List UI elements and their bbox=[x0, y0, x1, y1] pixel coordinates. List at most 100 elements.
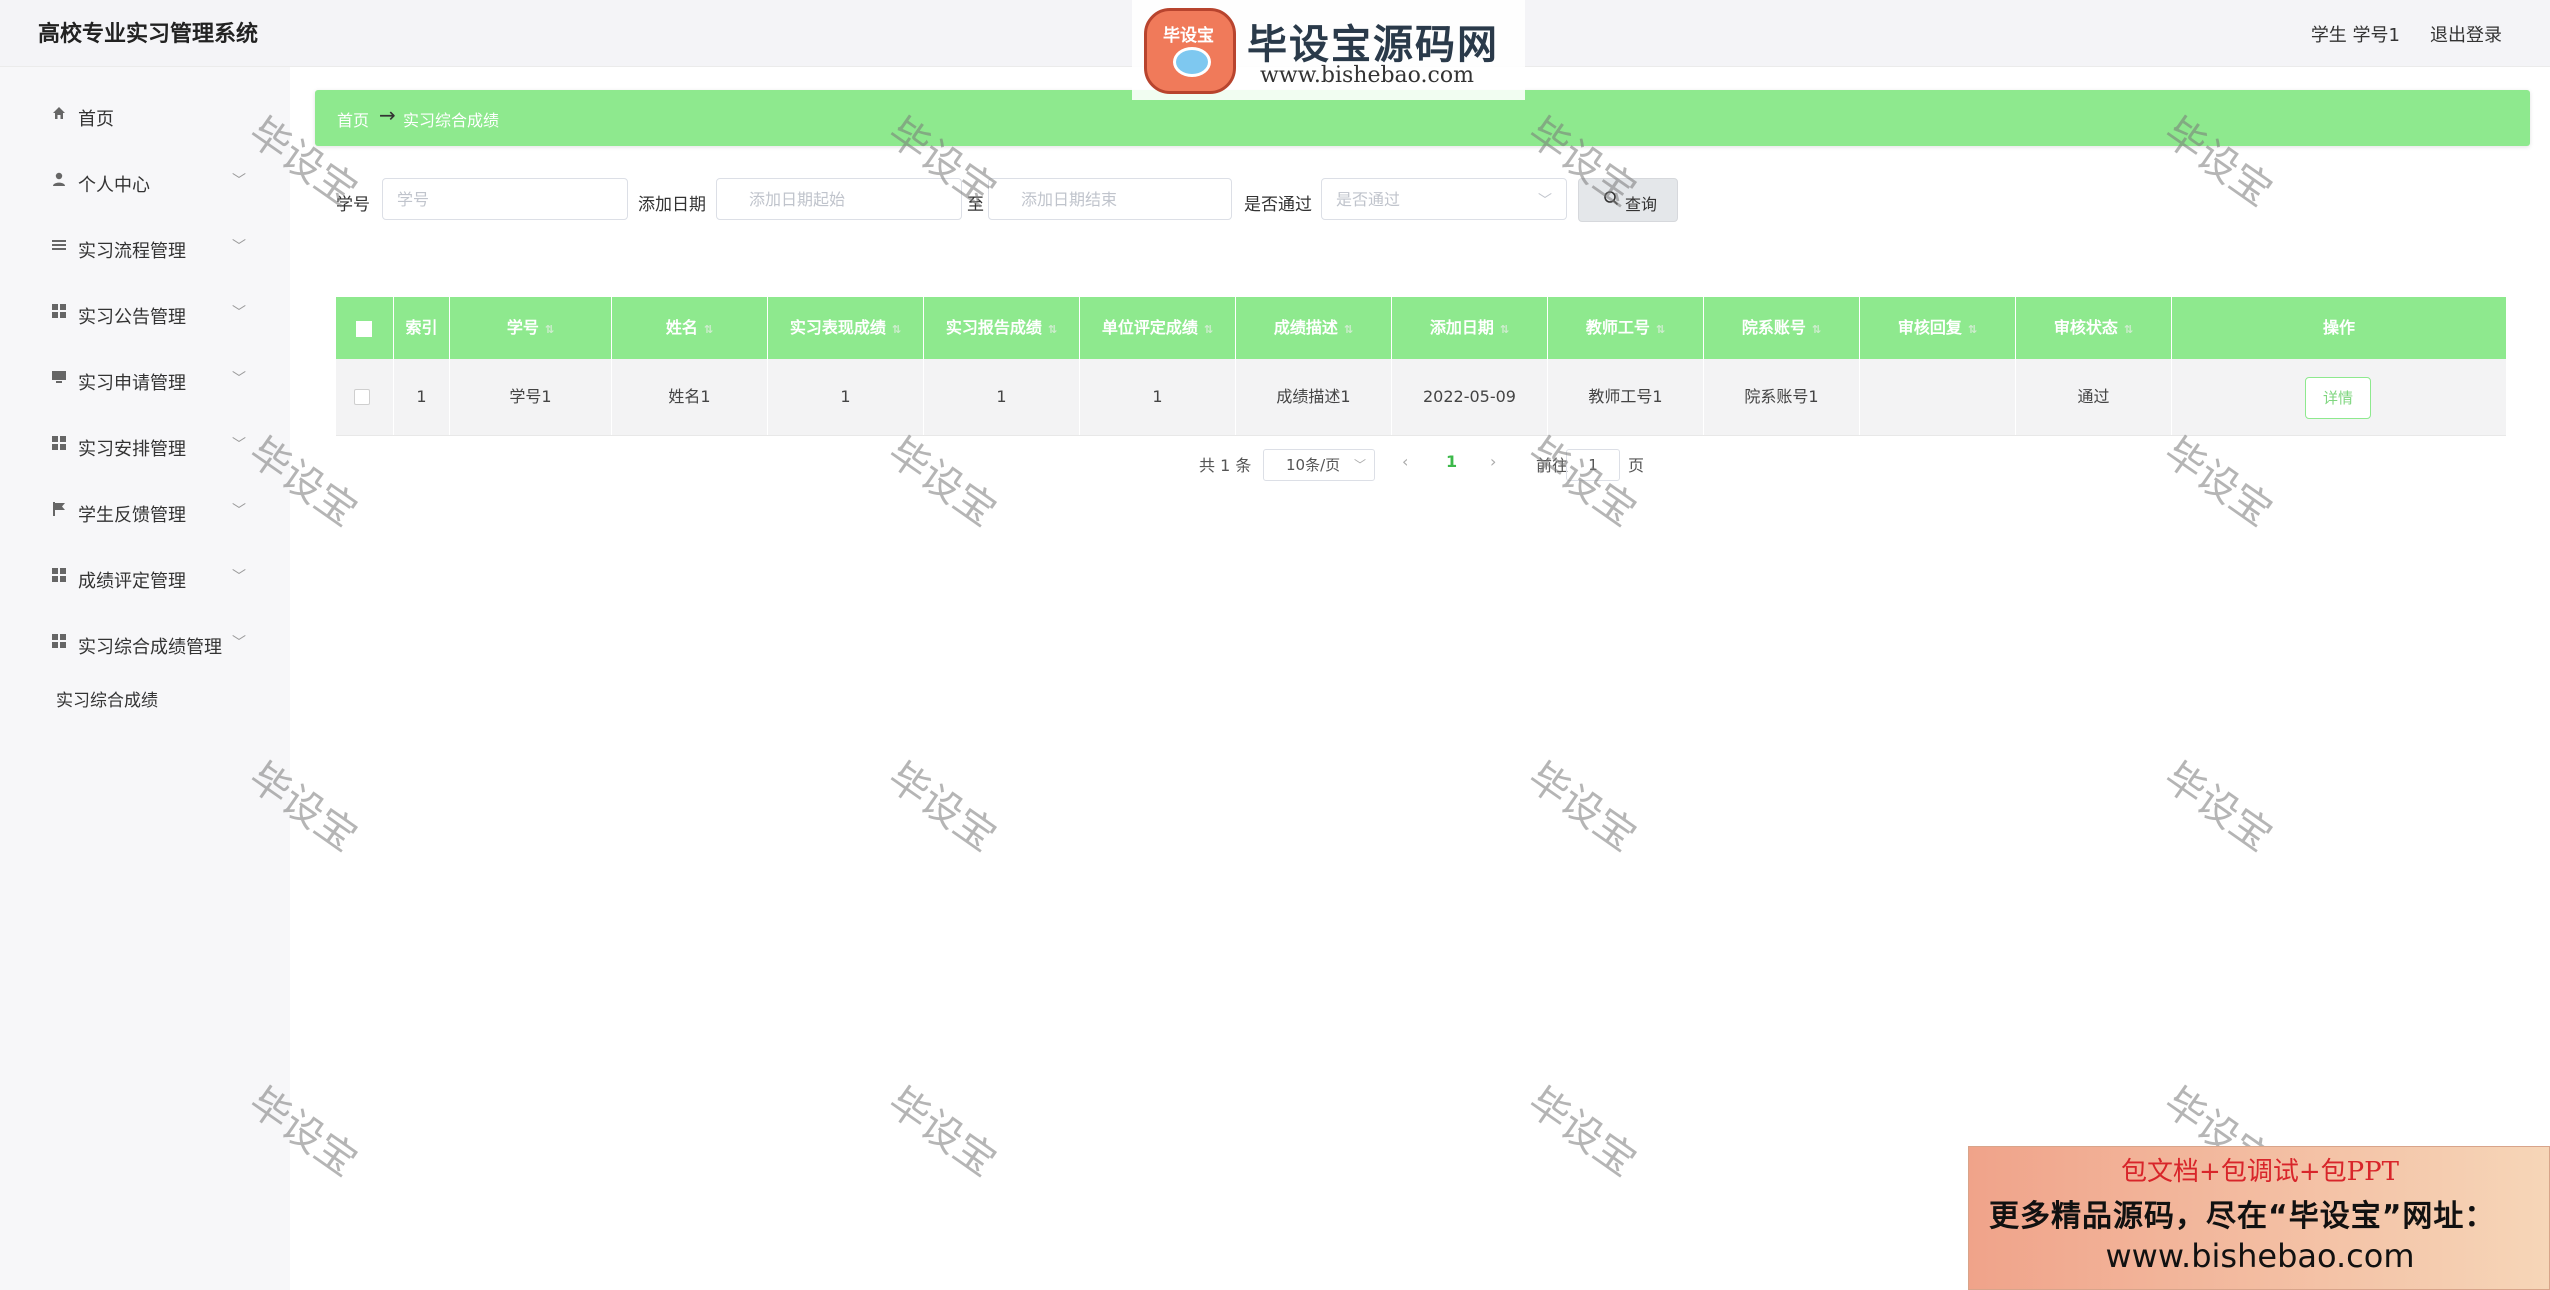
logo-title: 毕设宝源码网 bbox=[1247, 22, 1499, 68]
column-header[interactable]: 审核回复 ⇅ bbox=[1860, 297, 2016, 359]
grid-icon bbox=[50, 633, 68, 651]
sidebar-item-announcement-management[interactable]: 实习公告管理 ﹀ bbox=[0, 289, 290, 339]
date-to-label: 至 bbox=[967, 195, 984, 215]
watermark-text: 毕设宝 bbox=[879, 1079, 1005, 1186]
passed-select[interactable] bbox=[1321, 178, 1567, 220]
watermark-text: 毕设宝 bbox=[2155, 754, 2281, 861]
sidebar-item-label: 个人中心 bbox=[78, 175, 150, 196]
column-header: 操作 bbox=[2322, 318, 2355, 337]
chevron-down-icon: ﹀ bbox=[1538, 193, 1552, 209]
sidebar-item-label: 实习综合成绩管理 bbox=[78, 637, 222, 658]
cell-performance-score: 1 bbox=[768, 359, 924, 435]
breadcrumb-current: 实习综合成绩 bbox=[403, 111, 500, 130]
column-header[interactable]: 添加日期 ⇅ bbox=[1392, 297, 1548, 359]
advertisement-banner: 包文档+包调试+包PPT 更多精品源码，尽在“毕设宝”网址： www.bishe… bbox=[1968, 1146, 2550, 1290]
cell-student-id: 学号1 bbox=[450, 359, 612, 435]
list-icon bbox=[50, 237, 68, 255]
breadcrumb-separator: → bbox=[379, 103, 396, 127]
watermark-text: 毕设宝 bbox=[879, 429, 1005, 536]
passed-label: 是否通过 bbox=[1244, 195, 1312, 215]
logo-emblem-icon: 毕设宝 bbox=[1144, 8, 1236, 94]
sidebar-item-label: 实习流程管理 bbox=[78, 241, 186, 262]
sort-icon: ⇅ bbox=[1655, 323, 1666, 336]
goto-suffix-label: 页 bbox=[1628, 456, 1645, 475]
sort-icon: ⇅ bbox=[1203, 323, 1214, 336]
column-header[interactable]: 成绩描述 ⇅ bbox=[1236, 297, 1392, 359]
column-header[interactable]: 单位评定成绩 ⇅ bbox=[1080, 297, 1236, 359]
next-page-icon[interactable]: › bbox=[1490, 452, 1496, 471]
cell-unit-score: 1 bbox=[1080, 359, 1236, 435]
column-header[interactable]: 院系账号 ⇅ bbox=[1704, 297, 1860, 359]
sort-icon: ⇅ bbox=[1967, 323, 1978, 336]
user-icon bbox=[50, 171, 68, 189]
select-all-checkbox[interactable] bbox=[356, 321, 372, 337]
chevron-down-icon: ﹀ bbox=[1353, 458, 1366, 472]
sidebar-item-label: 学生反馈管理 bbox=[78, 505, 186, 526]
sidebar-item-label: 首页 bbox=[78, 109, 114, 130]
search-icon bbox=[1603, 190, 1619, 210]
ad-line-1: 包文档+包调试+包PPT bbox=[2121, 1157, 2399, 1187]
column-header[interactable]: 学号 ⇅ bbox=[450, 297, 612, 359]
sidebar-item-grading-management[interactable]: 成绩评定管理 ﹀ bbox=[0, 553, 290, 603]
row-select-cell bbox=[336, 359, 394, 435]
column-header[interactable]: 教师工号 ⇅ bbox=[1548, 297, 1704, 359]
cell-department-account: 院系账号1 bbox=[1704, 359, 1860, 435]
column-header[interactable]: 实习表现成绩 ⇅ bbox=[768, 297, 924, 359]
ad-line-2: 更多精品源码，尽在“毕设宝”网址： bbox=[1989, 1199, 2496, 1234]
sidebar-item-label: 成绩评定管理 bbox=[78, 571, 186, 592]
student-id-input[interactable] bbox=[382, 178, 628, 220]
chevron-down-icon: ﹀ bbox=[232, 503, 246, 519]
sort-icon: ⇅ bbox=[891, 323, 902, 336]
grid-icon bbox=[50, 303, 68, 321]
page-size-value: 10条/页 bbox=[1286, 456, 1341, 474]
column-header[interactable]: 实习报告成绩 ⇅ bbox=[924, 297, 1080, 359]
cell-teacher-id: 教师工号1 bbox=[1548, 359, 1704, 435]
home-icon bbox=[50, 105, 68, 123]
chevron-down-icon: ﹀ bbox=[232, 569, 246, 585]
watermark-text: 毕设宝 bbox=[879, 754, 1005, 861]
monitor-icon bbox=[50, 369, 68, 387]
goto-prefix-label: 前往 bbox=[1536, 456, 1569, 475]
search-button[interactable]: 查询 bbox=[1578, 178, 1678, 222]
chevron-down-icon: ﹀ bbox=[232, 437, 246, 453]
detail-button[interactable]: 详情 bbox=[2305, 377, 2371, 419]
system-title: 高校专业实习管理系统 bbox=[38, 22, 259, 47]
page-number-button[interactable]: 1 bbox=[1446, 452, 1457, 471]
prev-page-icon[interactable]: ‹ bbox=[1402, 452, 1408, 471]
sidebar-item-arrangement-management[interactable]: 实习安排管理 ﹀ bbox=[0, 421, 290, 471]
sidebar-item-comprehensive-score-management[interactable]: 实习综合成绩管理 ﹀ bbox=[0, 619, 290, 669]
student-id-label: 学号 bbox=[336, 195, 370, 215]
page-size-select[interactable]: 10条/页 ﹀ bbox=[1263, 449, 1375, 481]
grid-icon bbox=[50, 567, 68, 585]
column-header[interactable]: 索引 bbox=[394, 297, 450, 359]
chevron-down-icon: ﹀ bbox=[232, 305, 246, 321]
goto-page-input[interactable]: 1 bbox=[1566, 449, 1620, 481]
chevron-down-icon: ﹀ bbox=[232, 371, 246, 387]
sidebar-item-application-management[interactable]: 实习申请管理 ﹀ bbox=[0, 355, 290, 405]
sidebar-item-feedback-management[interactable]: 学生反馈管理 ﹀ bbox=[0, 487, 290, 537]
chevron-down-icon: ﹀ bbox=[232, 635, 246, 651]
sidebar-item-process-management[interactable]: 实习流程管理 ﹀ bbox=[0, 223, 290, 273]
cell-index: 1 bbox=[394, 359, 450, 435]
logo-emblem-text: 毕设宝 bbox=[1163, 26, 1214, 46]
date-end-input[interactable] bbox=[988, 178, 1232, 220]
submenu-item-comprehensive-score[interactable]: 实习综合成绩 bbox=[56, 686, 158, 711]
sort-icon: ⇅ bbox=[2123, 323, 2134, 336]
column-header[interactable]: 姓名 ⇅ bbox=[612, 297, 768, 359]
logout-link[interactable]: 退出登录 bbox=[2430, 21, 2502, 47]
sort-icon: ⇅ bbox=[703, 323, 714, 336]
sidebar-item-personal-center[interactable]: 个人中心 ﹀ bbox=[0, 157, 290, 207]
sidebar-item-home[interactable]: 首页 bbox=[0, 91, 290, 141]
sidebar-item-label: 实习公告管理 bbox=[78, 307, 186, 328]
breadcrumb-home-link[interactable]: 首页 bbox=[337, 107, 369, 131]
chevron-down-icon: ﹀ bbox=[232, 239, 246, 255]
date-start-input[interactable] bbox=[716, 178, 962, 220]
sort-icon: ⇅ bbox=[1499, 323, 1510, 336]
watermark-text: 毕设宝 bbox=[2155, 429, 2281, 536]
current-user-label: 学生 学号1 bbox=[2310, 25, 2400, 46]
row-checkbox[interactable] bbox=[354, 389, 370, 405]
column-header[interactable]: 审核状态 ⇅ bbox=[2016, 297, 2172, 359]
grid-icon bbox=[50, 435, 68, 453]
cell-score-description: 成绩描述1 bbox=[1236, 359, 1392, 435]
cell-added-date: 2022-05-09 bbox=[1392, 359, 1548, 435]
